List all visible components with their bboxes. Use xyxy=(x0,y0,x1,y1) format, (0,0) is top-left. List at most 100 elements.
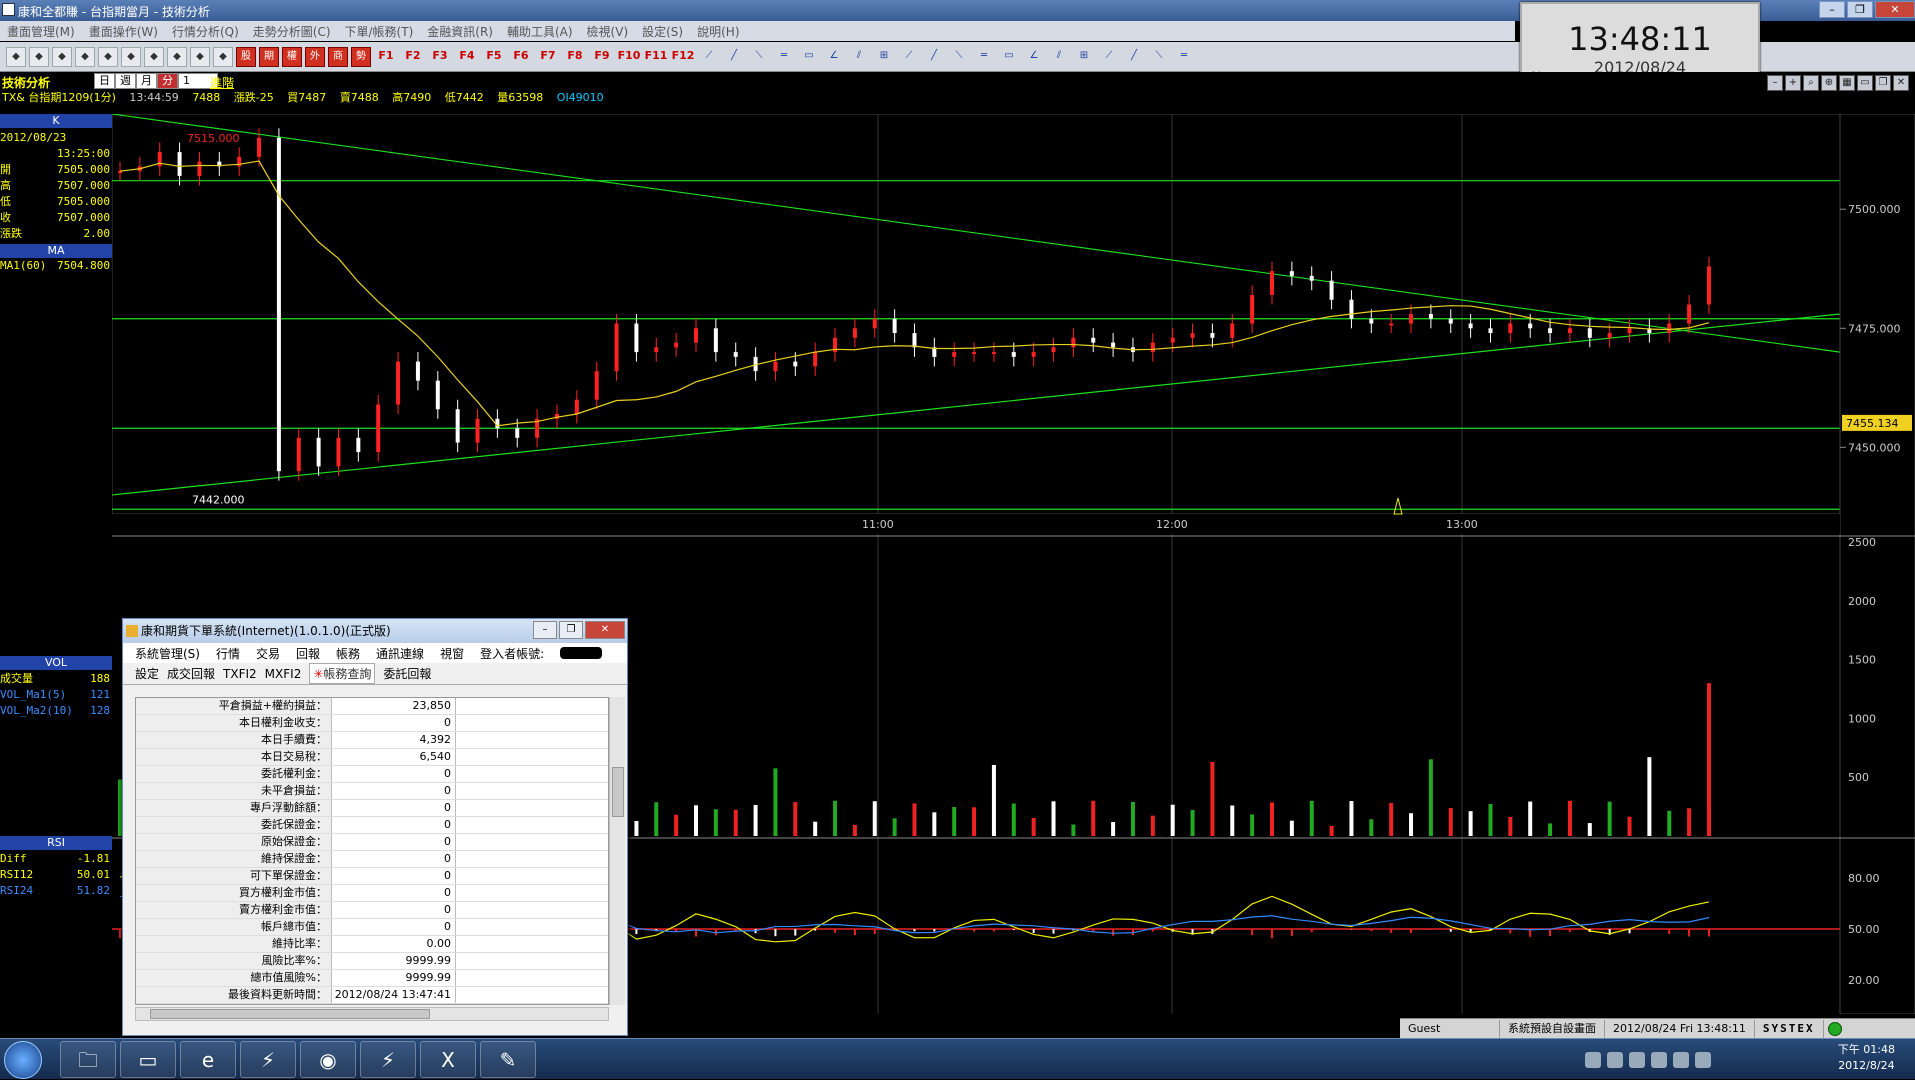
minimize-button[interactable]: – xyxy=(533,621,557,639)
restore-button[interactable]: ❐ xyxy=(1847,1,1873,18)
order-tab-0[interactable]: 設定 xyxy=(135,665,159,682)
paint-icon[interactable]: ✎ xyxy=(480,1041,536,1078)
order-menu-item-6[interactable]: 視窗 xyxy=(440,645,464,662)
market-button-4[interactable]: 商 xyxy=(328,47,348,67)
period-tab-week[interactable]: 週 xyxy=(115,73,136,89)
fkey-button-3[interactable]: F3 xyxy=(428,47,452,67)
order-tab-3[interactable]: MXFI2 xyxy=(265,667,302,681)
browser-icon[interactable]: e xyxy=(180,1041,236,1078)
drawing-tool-icon[interactable]: ⊞ xyxy=(1073,47,1095,67)
drawing-tool-icon[interactable]: ╱ xyxy=(923,47,945,67)
order-menu-item-0[interactable]: 系統管理(S) xyxy=(135,645,200,662)
order-menu-item-4[interactable]: 帳務 xyxy=(336,645,360,662)
coin-icon[interactable]: ◆ xyxy=(167,47,187,67)
drawing-tool-icon[interactable]: ═ xyxy=(973,47,995,67)
fkey-button-12[interactable]: F12 xyxy=(671,47,695,67)
drawing-tool-icon[interactable]: ╱ xyxy=(723,47,745,67)
market-button-3[interactable]: 外 xyxy=(305,47,325,67)
drawing-tool-icon[interactable]: ⟋ xyxy=(698,47,720,67)
close-icon[interactable]: ◆ xyxy=(75,47,95,67)
printer-icon[interactable]: ◆ xyxy=(190,47,210,67)
menu-item-7[interactable]: 檢視(V) xyxy=(580,23,636,40)
fkey-button-10[interactable]: F10 xyxy=(617,47,641,67)
search-icon[interactable]: ⌕ xyxy=(1803,75,1819,91)
period-tab-month[interactable]: 月 xyxy=(136,73,157,89)
order-window[interactable]: 康和期貨下單系統(Internet)(1.0.1.0)(正式版) – ❐ ✕ 系… xyxy=(122,618,628,1036)
fkey-button-11[interactable]: F11 xyxy=(644,47,668,67)
start-button[interactable] xyxy=(4,1041,42,1079)
tray-app-icon[interactable] xyxy=(1651,1052,1667,1068)
restore-button[interactable]: ❐ xyxy=(559,621,583,639)
menu-item-2[interactable]: 行情分析(Q) xyxy=(165,23,246,40)
flash-app-icon[interactable]: ⚡ xyxy=(240,1041,296,1078)
minimize-button[interactable]: – xyxy=(1819,1,1845,18)
order-tab-2[interactable]: TXFI2 xyxy=(223,667,257,681)
fkey-button-5[interactable]: F5 xyxy=(482,47,506,67)
search-icon[interactable]: ◆ xyxy=(52,47,72,67)
fkey-button-2[interactable]: F2 xyxy=(401,47,425,67)
drawing-tool-icon[interactable]: ▭ xyxy=(998,47,1020,67)
zoom-in-icon[interactable]: + xyxy=(1785,75,1801,91)
market-button-1[interactable]: 期 xyxy=(259,47,279,67)
restore-icon[interactable]: ❐ xyxy=(1875,75,1891,91)
menu-item-0[interactable]: 畫面管理(M) xyxy=(0,23,82,40)
drawing-tool-icon[interactable]: ∠ xyxy=(1023,47,1045,67)
drawing-tool-icon[interactable]: ⟍ xyxy=(1148,47,1170,67)
menu-item-9[interactable]: 說明(H) xyxy=(690,23,746,40)
order-menu-item-3[interactable]: 回報 xyxy=(296,645,320,662)
drawing-tool-icon[interactable]: ▭ xyxy=(798,47,820,67)
excel-icon[interactable]: X xyxy=(420,1041,476,1078)
tray-network-icon[interactable] xyxy=(1585,1052,1601,1068)
order-menu-item-1[interactable]: 行情 xyxy=(216,645,240,662)
order-tab-5[interactable]: 委託回報 xyxy=(383,665,431,682)
order-menu-item-5[interactable]: 通訊連線 xyxy=(376,645,424,662)
fkey-button-8[interactable]: F8 xyxy=(563,47,587,67)
concord-icon[interactable]: ◉ xyxy=(300,1041,356,1078)
chart-icon[interactable]: ◆ xyxy=(6,47,26,67)
drawing-tool-icon[interactable]: ⟍ xyxy=(748,47,770,67)
save-icon[interactable]: ◆ xyxy=(29,47,49,67)
drawing-tool-icon[interactable]: ⟍ xyxy=(948,47,970,67)
scroll-thumb[interactable] xyxy=(150,1009,430,1019)
explorer-icon[interactable]: 🗀 xyxy=(60,1041,116,1078)
fkey-button-6[interactable]: F6 xyxy=(509,47,533,67)
drawing-tool-icon[interactable]: ⫽ xyxy=(1048,47,1070,67)
drawing-tool-icon[interactable]: ⊞ xyxy=(873,47,895,67)
drawing-tool-icon[interactable]: ═ xyxy=(1173,47,1195,67)
zoom-out-icon[interactable]: – xyxy=(1767,75,1783,91)
horizontal-scrollbar[interactable] xyxy=(135,1007,609,1021)
close-button[interactable]: ✕ xyxy=(1875,1,1915,18)
drawing-tool-icon[interactable]: ∠ xyxy=(823,47,845,67)
market-button-2[interactable]: 權 xyxy=(282,47,302,67)
order-tab-4[interactable]: ✳帳務查詢 xyxy=(309,663,375,684)
gear-icon[interactable]: ◆ xyxy=(144,47,164,67)
window-icon[interactable]: ▭ xyxy=(1857,75,1873,91)
taskbar-clock[interactable]: 下午 01:48 2012/8/24 xyxy=(1838,1042,1895,1074)
tray-flag-icon[interactable] xyxy=(1629,1052,1645,1068)
fkey-button-1[interactable]: F1 xyxy=(374,47,398,67)
vertical-scrollbar[interactable] xyxy=(609,697,625,1005)
drawing-tool-icon[interactable]: ⟋ xyxy=(898,47,920,67)
drawing-tool-icon[interactable]: ⟋ xyxy=(1098,47,1120,67)
menu-item-4[interactable]: 下單/帳務(T) xyxy=(338,23,421,40)
magnify-icon[interactable]: ⊕ xyxy=(1821,75,1837,91)
tray-ime-icon[interactable] xyxy=(1695,1052,1711,1068)
scroll-thumb[interactable] xyxy=(612,767,624,817)
period-tab-day[interactable]: 日 xyxy=(94,73,115,89)
order-menu-item-7[interactable]: 登入者帳號: xyxy=(480,645,544,662)
order-tab-1[interactable]: 成交回報 xyxy=(167,665,215,682)
order-window-titlebar[interactable]: 康和期貨下單系統(Internet)(1.0.1.0)(正式版) – ❐ ✕ xyxy=(123,619,627,643)
fkey-button-9[interactable]: F9 xyxy=(590,47,614,67)
drawing-tool-icon[interactable]: ╱ xyxy=(1123,47,1145,67)
tablet-icon[interactable]: ▭ xyxy=(120,1041,176,1078)
fkey-button-7[interactable]: F7 xyxy=(536,47,560,67)
menu-item-3[interactable]: 走勢分析圖(C) xyxy=(246,23,338,40)
grid-icon[interactable]: ▦ xyxy=(1839,75,1855,91)
market-button-5[interactable]: 勢 xyxy=(351,47,371,67)
window-icon[interactable]: ◆ xyxy=(121,47,141,67)
close-icon[interactable]: ✕ xyxy=(1893,75,1909,91)
menu-item-6[interactable]: 輔助工具(A) xyxy=(500,23,580,40)
fkey-button-4[interactable]: F4 xyxy=(455,47,479,67)
drawing-tool-icon[interactable]: ═ xyxy=(773,47,795,67)
tray-power-icon[interactable] xyxy=(1673,1052,1689,1068)
